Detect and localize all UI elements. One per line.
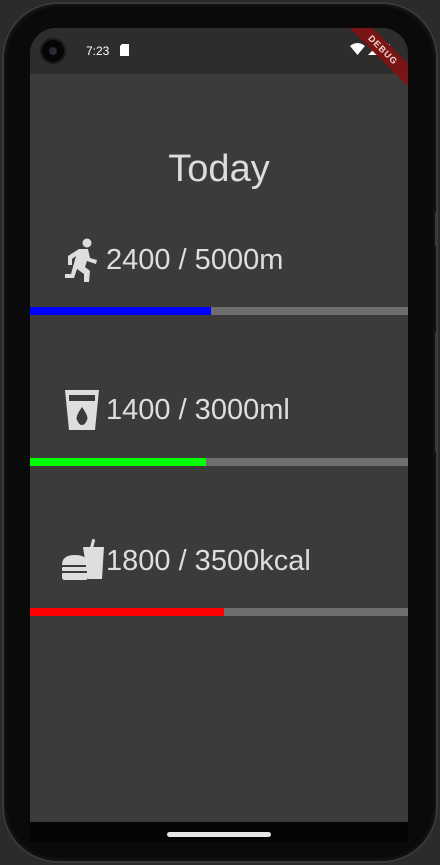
page-title: Today (168, 148, 270, 190)
app-screen: 7:23 DEBUG Today 2400 / 5000m 1400 / 300… (30, 28, 408, 822)
water-stat-text: 1400 / 3000ml (106, 393, 290, 426)
power-button (435, 212, 438, 246)
stat-row-distance: 2400 / 5000m (60, 235, 283, 285)
status-bar: 7:23 DEBUG (30, 28, 408, 95)
wifi-icon (350, 43, 365, 55)
stat-row-calories: 1800 / 3500kcal (60, 536, 311, 586)
sd-card-icon (120, 44, 129, 59)
stat-row-water: 1400 / 3000ml (60, 385, 290, 435)
water-progress-bar (30, 458, 408, 466)
calories-progress-bar (30, 608, 408, 616)
calories-stat-text: 1800 / 3500kcal (106, 544, 311, 577)
distance-progress-bar (30, 307, 408, 315)
water-cup-icon (60, 388, 104, 432)
status-time: 7:23 (86, 44, 110, 58)
debug-banner: DEBUG (338, 28, 408, 95)
fastfood-icon (60, 539, 104, 583)
volume-rocker (435, 332, 438, 452)
running-icon (60, 238, 104, 282)
distance-progress-fill (30, 307, 212, 315)
distance-stat-text: 2400 / 5000m (106, 243, 284, 276)
calories-progress-fill (30, 608, 225, 616)
home-gesture-handle[interactable] (167, 832, 271, 837)
front-camera (42, 40, 64, 62)
water-progress-fill (30, 458, 207, 466)
